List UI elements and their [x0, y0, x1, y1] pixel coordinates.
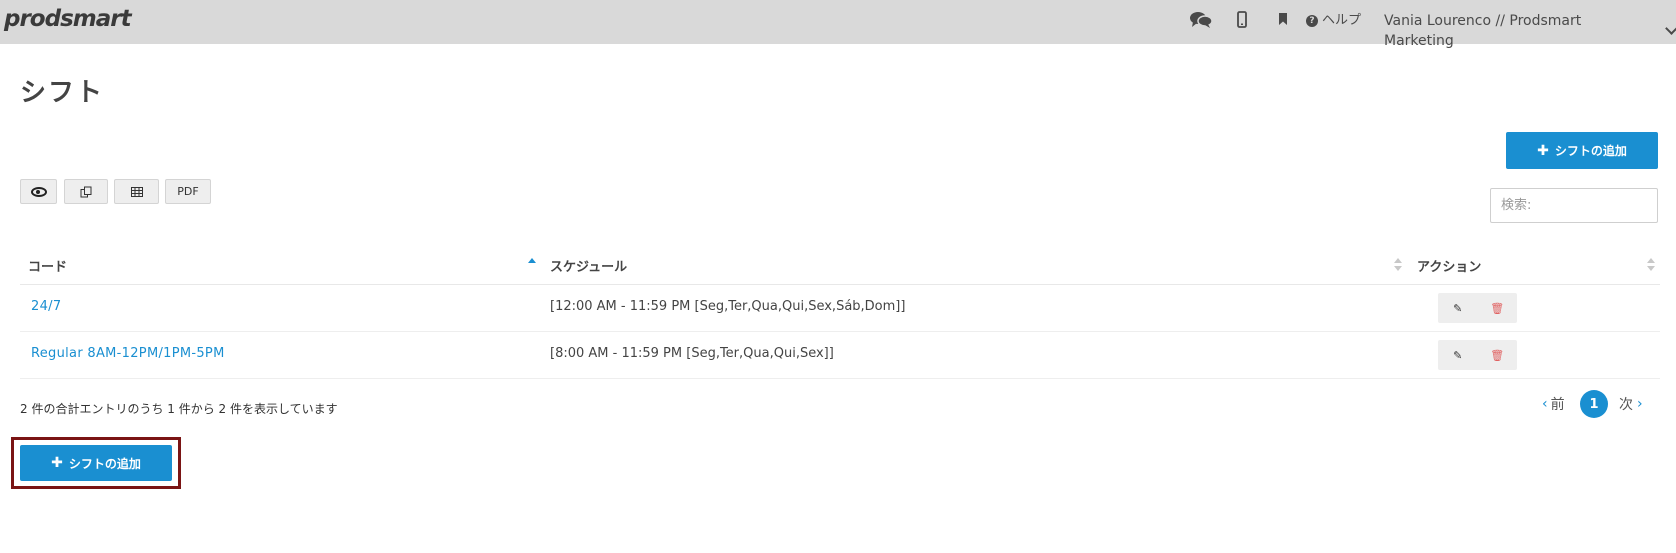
table-row: 24/7 [12:00 AM - 11:59 PM [Seg,Ter,Qua,Q… [20, 285, 1660, 332]
row-actions: ✎ 🗑 [1438, 293, 1517, 323]
trash-icon[interactable]: 🗑 [1478, 340, 1518, 370]
pagination-prev[interactable]: ‹ 前 [1542, 390, 1565, 418]
chevron-left-icon: ‹ [1542, 396, 1548, 412]
shift-schedule: [8:00 AM - 11:59 PM [Seg,Ter,Qua,Qui,Sex… [550, 346, 834, 361]
pdf-label: PDF [177, 185, 199, 198]
help-icon: ? [1306, 15, 1318, 27]
next-label: 次 [1619, 397, 1633, 413]
bookmark-icon[interactable] [1278, 11, 1288, 31]
pdf-button[interactable]: PDF [165, 179, 211, 204]
table-icon [130, 186, 143, 197]
column-header-actions[interactable]: アクション [1417, 256, 1481, 275]
help-label: ヘルプ [1322, 13, 1362, 28]
table-info: 2 件の合計エントリのうち 1 件から 2 件を表示しています [20, 402, 338, 416]
shifts-table: コード スケジュール アクション 24/7 [12:00 AM - 11:59 … [20, 248, 1660, 379]
chevron-right-icon: › [1637, 396, 1643, 412]
table-header: コード スケジュール アクション [20, 248, 1660, 285]
prev-label: 前 [1550, 397, 1565, 413]
copy-button[interactable] [64, 179, 108, 204]
column-visibility-button[interactable] [20, 179, 57, 204]
top-navbar: prodsmart ? ヘルプ Vania Lourenco // Prodsm… [0, 0, 1676, 49]
row-actions: ✎ 🗑 [1438, 340, 1517, 370]
copy-icon [80, 186, 92, 197]
help-link[interactable]: ? ヘルプ [1306, 11, 1361, 31]
add-shift-button-bottom[interactable]: ✚ シフトの追加 [20, 445, 172, 481]
sort-icon[interactable] [1647, 258, 1655, 272]
add-shift-label: シフトの追加 [1554, 144, 1627, 158]
excel-button[interactable] [114, 179, 159, 204]
prodsmart-logo[interactable]: prodsmart [4, 6, 132, 32]
table-row: Regular 8AM-12PM/1PM-5PM [8:00 AM - 11:5… [20, 332, 1660, 379]
user-label: Vania Lourenco // Prodsmart Marketing [1384, 13, 1582, 49]
sort-asc-icon[interactable] [528, 258, 536, 272]
mobile-icon[interactable] [1237, 11, 1247, 33]
edit-icon[interactable]: ✎ [1438, 293, 1478, 323]
column-header-schedule[interactable]: スケジュール [550, 256, 627, 275]
pagination-page[interactable]: 1 [1580, 390, 1608, 418]
chat-icon[interactable] [1190, 11, 1213, 34]
eye-icon [30, 186, 47, 197]
page-title: シフト [20, 78, 105, 108]
column-header-code[interactable]: コード [28, 256, 67, 275]
plus-icon: ✚ [51, 455, 63, 471]
user-menu[interactable]: Vania Lourenco // Prodsmart Marketing [1384, 11, 1676, 51]
add-shift-label: シフトの追加 [68, 456, 141, 471]
search-input[interactable] [1490, 188, 1658, 223]
pagination-next[interactable]: 次 › [1619, 390, 1643, 418]
edit-icon[interactable]: ✎ [1438, 340, 1478, 370]
shift-code-link[interactable]: 24/7 [31, 299, 61, 314]
plus-icon: ✚ [1537, 142, 1549, 159]
sort-icon[interactable] [1394, 258, 1402, 272]
trash-icon[interactable]: 🗑 [1478, 293, 1518, 323]
add-shift-button-top[interactable]: ✚ シフトの追加 [1506, 132, 1658, 169]
shift-schedule: [12:00 AM - 11:59 PM [Seg,Ter,Qua,Qui,Se… [550, 299, 906, 314]
shift-code-link[interactable]: Regular 8AM-12PM/1PM-5PM [31, 346, 225, 361]
chevron-down-icon [1665, 22, 1676, 35]
